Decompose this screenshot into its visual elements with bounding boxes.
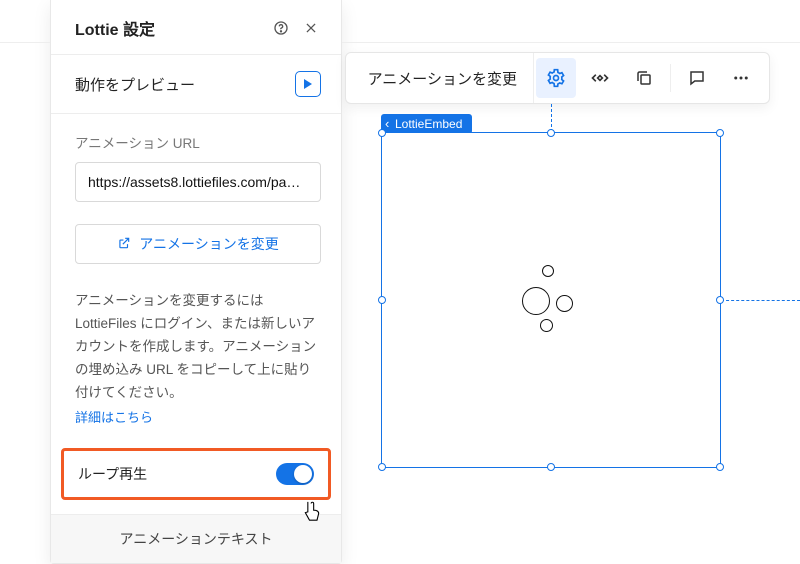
loop-playback-row: ループ再生 bbox=[61, 448, 331, 500]
element-tag[interactable]: LottieEmbed bbox=[381, 114, 472, 134]
lottie-canvas-selection[interactable] bbox=[381, 132, 721, 468]
preview-play-button[interactable] bbox=[295, 71, 321, 97]
panel-title: Lottie 設定 bbox=[75, 16, 155, 40]
change-animation-button[interactable]: アニメーションを変更 bbox=[75, 224, 321, 264]
settings-gear-icon[interactable] bbox=[536, 58, 576, 98]
page-divider-left bbox=[0, 42, 50, 43]
animation-bubble-medium bbox=[556, 295, 573, 312]
canvas-toolbar: アニメーションを変更 bbox=[345, 52, 770, 104]
help-icon[interactable] bbox=[271, 18, 291, 38]
code-brackets-icon[interactable] bbox=[580, 58, 620, 98]
preview-label: 動作をプレビュー bbox=[75, 74, 195, 95]
animation-url-input[interactable]: https://assets8.lottiefiles.com/pa… bbox=[75, 162, 321, 202]
animation-text-tab[interactable]: アニメーションテキスト bbox=[51, 514, 341, 563]
resize-handle-br[interactable] bbox=[716, 463, 724, 471]
toolbar-change-animation[interactable]: アニメーションを変更 bbox=[352, 53, 534, 103]
loop-playback-label: ループ再生 bbox=[78, 464, 147, 484]
selection-guide-vertical bbox=[551, 104, 552, 132]
help-text: アニメーションを変更するには LottieFiles にログイン、または新しいア… bbox=[51, 268, 341, 434]
more-icon[interactable] bbox=[721, 58, 761, 98]
toolbar-separator bbox=[670, 64, 671, 92]
animation-bubble-small-bottom bbox=[540, 319, 553, 332]
learn-more-link[interactable]: 詳細はこちら bbox=[75, 407, 153, 429]
loop-playback-toggle[interactable] bbox=[276, 463, 314, 485]
preview-row: 動作をプレビュー bbox=[51, 55, 341, 114]
animation-url-label: アニメーション URL bbox=[75, 132, 321, 152]
resize-handle-mr[interactable] bbox=[716, 296, 724, 304]
animation-url-section: アニメーション URL https://assets8.lottiefiles.… bbox=[51, 114, 341, 268]
animation-bubble-large bbox=[522, 287, 550, 315]
resize-handle-tm[interactable] bbox=[547, 129, 555, 137]
panel-header: Lottie 設定 bbox=[51, 0, 341, 55]
duplicate-icon[interactable] bbox=[624, 58, 664, 98]
close-icon[interactable] bbox=[301, 18, 321, 38]
resize-handle-bl[interactable] bbox=[378, 463, 386, 471]
resize-handle-tl[interactable] bbox=[378, 129, 386, 137]
lottie-settings-panel: Lottie 設定 動作をプレビュー アニメーション URL https://a… bbox=[50, 0, 342, 564]
external-link-icon bbox=[117, 236, 131, 253]
page-divider-right bbox=[342, 42, 800, 43]
animation-bubble-small-top bbox=[542, 265, 554, 277]
resize-handle-ml[interactable] bbox=[378, 296, 386, 304]
resize-handle-bm[interactable] bbox=[547, 463, 555, 471]
comment-icon[interactable] bbox=[677, 58, 717, 98]
selection-guide-horizontal bbox=[721, 300, 800, 301]
resize-handle-tr[interactable] bbox=[716, 129, 724, 137]
